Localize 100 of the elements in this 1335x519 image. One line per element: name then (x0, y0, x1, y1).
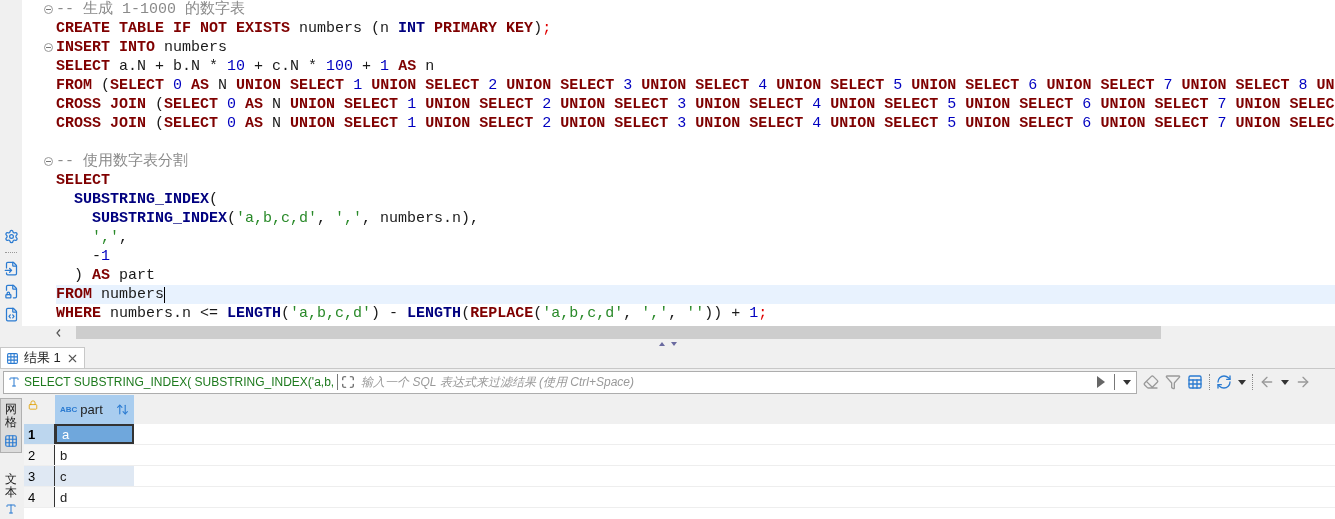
code-text: ( (100, 76, 111, 95)
code-text: - (91, 247, 101, 266)
code-text: , (317, 209, 328, 228)
number-literal: 7 (1216, 114, 1227, 133)
semicolon: ; (758, 304, 768, 323)
code-text: ) (533, 19, 543, 38)
sql-keyword: SELECT (164, 95, 219, 114)
back-caret-icon[interactable] (1281, 379, 1289, 385)
grid-icon (4, 433, 18, 448)
sort-icon[interactable] (116, 403, 129, 417)
filter-field[interactable]: SELECT SUBSTRING_INDEX( SUBSTRING_INDEX('a,b, 输入一个 SQL 表达式来过滤结果 (使用 Ctrl+Space) (3, 370, 1137, 394)
row-number[interactable]: 2 (24, 445, 55, 466)
code-text: ( (154, 114, 165, 133)
code-text: N (271, 95, 282, 114)
view-tab[interactable]: 网格 (0, 398, 22, 453)
table-settings-icon[interactable] (1187, 374, 1203, 391)
number-literal: 4 (811, 114, 822, 133)
number-literal: 1 (101, 247, 111, 266)
eraser-icon[interactable] (1143, 374, 1159, 391)
file-lock-icon[interactable] (3, 284, 19, 300)
number-literal: 0 (172, 76, 183, 95)
code-text: , (119, 228, 129, 247)
table-cell[interactable]: d (55, 487, 134, 508)
sql-keyword: SELECT (164, 114, 219, 133)
number-literal: 2 (541, 95, 552, 114)
sql-keyword: SELECT (56, 171, 110, 190)
number-literal: 6 (1081, 95, 1092, 114)
filter-icon[interactable] (1165, 374, 1181, 391)
sql-keyword: UNION SELECT (505, 76, 615, 95)
row-number[interactable]: 1 (24, 424, 55, 445)
sql-keyword: UNION SELECT (559, 114, 669, 133)
lock-icon (28, 400, 38, 411)
table-cell[interactable]: b (55, 445, 134, 466)
scroll-left-icon[interactable] (56, 328, 61, 337)
code-text: ( (461, 304, 471, 323)
code-text: N (217, 76, 228, 95)
file-code-icon[interactable] (3, 307, 19, 323)
sql-keyword: UNION SELECT (424, 95, 534, 114)
code-text: ( (227, 209, 237, 228)
number-literal: 6 (1027, 76, 1038, 95)
sql-keyword: SELECT (56, 57, 110, 76)
number-literal: 4 (811, 95, 822, 114)
column-header[interactable]: ABC part (55, 395, 134, 425)
number-literal: 2 (487, 76, 498, 95)
text-icon (5, 503, 17, 515)
settings-icon[interactable] (3, 229, 19, 245)
sql-keyword: UNION SELECT (829, 114, 939, 133)
sql-keyword: UNION SELECT (640, 76, 750, 95)
number-literal: 6 (1081, 114, 1092, 133)
sql-keyword: WHERE (56, 304, 101, 323)
sql-keyword: UNION SELECT (1045, 76, 1155, 95)
run-filter-icon[interactable] (1097, 376, 1105, 389)
number-literal: 100 (326, 57, 354, 76)
code-text: ( (154, 95, 165, 114)
code-text: ) (73, 266, 83, 285)
number-literal: 1 (749, 304, 759, 323)
sql-keyword: FROM (56, 76, 92, 95)
code-text: ( (209, 190, 219, 209)
number-literal: 5 (892, 76, 903, 95)
code-text: , (668, 304, 679, 323)
number-literal: 7 (1216, 95, 1227, 114)
number-literal: 3 (676, 114, 687, 133)
sql-function: SUBSTRING_INDEX (91, 209, 228, 228)
view-tab[interactable]: 文本 (0, 468, 22, 519)
file-arrow-icon[interactable] (3, 261, 19, 277)
results-tab[interactable]: 结果 1 (0, 347, 85, 369)
string-literal: ',' (641, 304, 669, 323)
sql-function: LENGTH (227, 304, 282, 323)
code-text: , (623, 304, 634, 323)
string-literal: 'a,b,c,d' (542, 304, 624, 323)
code-text: , numbers.n), (362, 209, 480, 228)
sql-keyword: FROM (56, 285, 92, 304)
sql-keyword: AS (397, 57, 417, 76)
sql-keyword: AS (91, 266, 111, 285)
number-literal: 4 (757, 76, 768, 95)
number-literal: 1 (352, 76, 363, 95)
filter-input[interactable]: 输入一个 SQL 表达式来过滤结果 (使用 Ctrl+Space) (361, 373, 1091, 392)
text-cursor (164, 286, 166, 303)
query-text-icon (8, 376, 20, 389)
number-literal: 3 (622, 76, 633, 95)
table-cell[interactable]: c (55, 466, 134, 487)
dropdown-caret-icon[interactable] (1123, 379, 1131, 385)
row-number[interactable]: 3 (24, 466, 55, 487)
string-literal: '' (686, 304, 705, 323)
horizontal-scrollbar-thumb[interactable] (76, 326, 1161, 340)
splitter-arrows-icon[interactable] (656, 340, 679, 347)
code-text: n (424, 57, 435, 76)
sql-keyword: UNION SELECT (1180, 76, 1290, 95)
sql-keyword: UNION SELECT (829, 95, 939, 114)
refresh-caret-icon[interactable] (1238, 379, 1246, 385)
row-number[interactable]: 4 (24, 487, 55, 508)
expand-icon[interactable] (341, 375, 356, 390)
code-text: )) + (704, 304, 742, 323)
sql-keyword: UNION SELEC (1234, 95, 1335, 114)
semicolon: ; (542, 19, 552, 38)
sql-keyword: SELECT (110, 76, 165, 95)
refresh-icon[interactable] (1216, 374, 1232, 391)
sql-keyword: UNION SELECT (424, 114, 534, 133)
code-text: N (271, 114, 282, 133)
sql-function: INT (398, 19, 426, 38)
